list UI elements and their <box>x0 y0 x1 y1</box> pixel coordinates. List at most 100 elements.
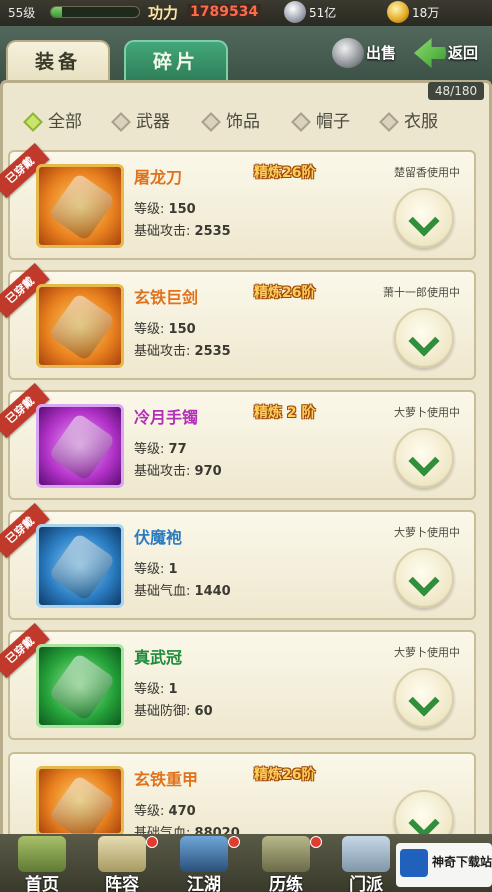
inventory-count: 48/180 <box>428 82 484 100</box>
diamond-icon <box>111 112 131 132</box>
sell-label: 出售 <box>366 44 397 62</box>
nav-label: 首页 <box>25 875 59 892</box>
download-site-icon <box>400 849 428 877</box>
chevron-down-icon <box>408 445 440 477</box>
silver-amount: 51亿 <box>309 6 337 20</box>
diamond-icon <box>23 112 43 132</box>
stat-label: 基础气血: <box>134 584 191 599</box>
filter-weapon[interactable]: 武器 <box>110 108 170 136</box>
equipment-item[interactable]: 已穿戴 冷月手镯 精炼 2 阶 等级: 77 基础攻击: 970 大萝卜使用中 <box>0 382 476 500</box>
equipped-by: 楚留香使用中 <box>394 166 460 179</box>
select-button[interactable] <box>394 668 454 728</box>
item-name: 玄铁巨剑 <box>134 288 199 307</box>
training-icon <box>262 836 310 872</box>
item-name: 真武冠 <box>134 648 183 667</box>
notification-dot <box>228 836 240 848</box>
watermark-logo: 神奇下载站 <box>396 843 492 887</box>
sword-icon <box>36 284 124 368</box>
item-base-stat: 基础防御: 60 <box>134 700 213 719</box>
item-level: 等级: 150 <box>134 198 196 217</box>
stat-value: 1440 <box>194 584 231 599</box>
tab-equipment[interactable]: 装备 <box>6 40 110 84</box>
item-art <box>48 652 116 722</box>
stat-label: 等级: <box>134 804 165 819</box>
item-art <box>48 412 116 482</box>
chevron-down-icon <box>408 565 440 597</box>
filter-accessory[interactable]: 饰品 <box>200 108 260 136</box>
item-base-stat: 基础气血: 1440 <box>134 580 231 599</box>
stat-label: 基础攻击: <box>134 464 191 479</box>
filter-hat[interactable]: 帽子 <box>290 108 350 136</box>
nav-training[interactable]: 历练 <box>248 834 324 892</box>
back-arrow-icon <box>414 38 446 68</box>
nav-label: 历练 <box>269 875 303 892</box>
diamond-icon <box>201 112 221 132</box>
filter-all[interactable]: 全部 <box>22 108 82 136</box>
item-art <box>48 292 116 362</box>
stat-value: 150 <box>168 202 196 217</box>
filter-clothes[interactable]: 衣服 <box>378 108 438 136</box>
lineup-icon <box>98 836 146 872</box>
item-name: 伏魔袍 <box>134 528 183 547</box>
sell-button[interactable]: 出售 <box>332 38 410 68</box>
stat-label: 基础攻击: <box>134 224 191 239</box>
player-level: 55级 <box>8 6 36 20</box>
chevron-down-icon <box>408 205 440 237</box>
equipped-by: 大萝卜使用中 <box>394 526 460 539</box>
item-level: 等级: 77 <box>134 438 187 457</box>
select-button[interactable] <box>394 428 454 488</box>
nav-lineup[interactable]: 阵容 <box>84 834 160 892</box>
item-base-stat: 基础攻击: 2535 <box>134 340 231 359</box>
stat-value: 77 <box>168 442 187 457</box>
silver-coin-icon <box>284 1 306 23</box>
refine-level: 精炼26阶 <box>254 285 316 301</box>
diamond-icon <box>291 112 311 132</box>
filter-label: 武器 <box>136 112 170 132</box>
notification-dot <box>146 836 158 848</box>
stat-label: 基础攻击: <box>134 344 191 359</box>
filter-label: 帽子 <box>316 112 350 132</box>
stat-value: 1 <box>168 682 178 697</box>
item-art <box>48 172 116 242</box>
nav-sect[interactable]: 门派 <box>328 834 404 892</box>
nav-label: 阵容 <box>105 875 139 892</box>
home-icon <box>18 836 66 872</box>
status-bar: 55级 功力 1789534 51亿 18万 <box>0 0 492 26</box>
back-label: 返回 <box>448 44 479 62</box>
bracelet-icon <box>36 404 124 488</box>
filter-bar: 全部 武器 饰品 帽子 衣服 <box>22 104 482 140</box>
nav-label: 江湖 <box>187 875 221 892</box>
nav-home[interactable]: 首页 <box>4 834 80 892</box>
back-button[interactable]: 返回 <box>414 38 490 68</box>
robe-icon <box>36 524 124 608</box>
select-button[interactable] <box>394 188 454 248</box>
equipment-item[interactable]: 玄铁重甲 精炼26阶 等级: 470 基础气血: 88020 <box>8 752 476 850</box>
watermark-text: 神奇下载站 <box>432 855 492 869</box>
stat-label: 等级: <box>134 202 165 217</box>
select-button[interactable] <box>394 548 454 608</box>
equipment-item[interactable]: 已穿戴 伏魔袍 等级: 1 基础气血: 1440 大萝卜使用中 <box>0 502 476 620</box>
nav-label: 门派 <box>349 875 383 892</box>
stat-label: 等级: <box>134 682 165 697</box>
armor-icon <box>36 766 124 844</box>
stat-value: 1 <box>168 562 178 577</box>
equipped-by: 大萝卜使用中 <box>394 406 460 419</box>
stat-value: 970 <box>194 464 222 479</box>
equipment-item[interactable]: 已穿戴 屠龙刀 精炼26阶 等级: 150 基础攻击: 2535 楚留香使用中 <box>0 142 476 260</box>
select-button[interactable] <box>394 308 454 368</box>
tab-fragments[interactable]: 碎片 <box>124 40 228 84</box>
equipped-by: 萧十一郎使用中 <box>383 286 460 299</box>
stat-label: 等级: <box>134 322 165 337</box>
nav-jianghu[interactable]: 江湖 <box>166 834 242 892</box>
equipment-item[interactable]: 已穿戴 玄铁巨剑 精炼26阶 等级: 150 基础攻击: 2535 萧十一郎使用… <box>0 262 476 380</box>
item-name: 屠龙刀 <box>134 168 183 187</box>
filter-label: 饰品 <box>226 112 260 132</box>
jianghu-icon <box>180 836 228 872</box>
item-art <box>48 532 116 602</box>
item-base-stat: 基础攻击: 970 <box>134 460 222 479</box>
stat-value: 2535 <box>194 224 231 239</box>
sell-pot-icon <box>332 38 364 68</box>
filter-label: 衣服 <box>404 112 438 132</box>
diamond-icon <box>379 112 399 132</box>
equipment-item[interactable]: 已穿戴 真武冠 等级: 1 基础防御: 60 大萝卜使用中 <box>0 622 476 740</box>
